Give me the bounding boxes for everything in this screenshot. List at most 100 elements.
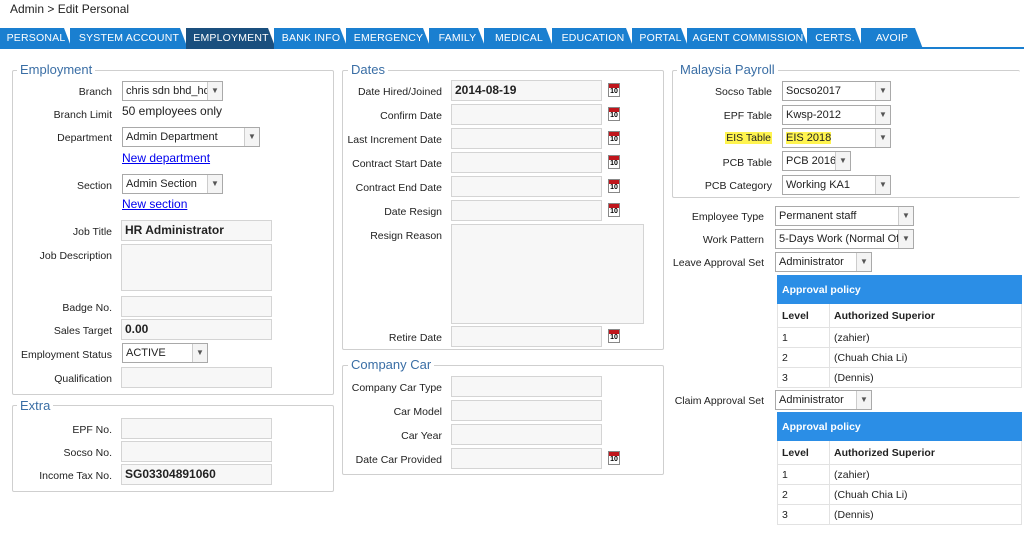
pcb-table-select[interactable]: PCB 2016 ▼ xyxy=(782,151,851,171)
employee-type-label: Employee Type xyxy=(691,211,764,223)
car-model-label: Car Model xyxy=(393,406,442,418)
qualification-input[interactable] xyxy=(121,367,272,388)
employment-status-select[interactable]: ACTIVE ▼ xyxy=(122,343,208,363)
eis-table-value: EIS 2018 xyxy=(786,132,832,144)
chevron-down-icon: ▼ xyxy=(875,106,890,124)
badge-label: Badge No. xyxy=(62,302,112,314)
level-header: Level xyxy=(777,303,830,328)
chevron-down-icon: ▼ xyxy=(875,176,890,194)
resign-reason-textarea[interactable] xyxy=(451,224,644,324)
dates-legend: Dates xyxy=(348,63,388,77)
chevron-down-icon: ▼ xyxy=(898,230,913,248)
table-row: 3 (Dennis) xyxy=(777,504,1022,525)
car-year-label: Car Year xyxy=(401,430,442,442)
calendar-icon[interactable]: 10 xyxy=(608,155,620,169)
leave-approval-policy-table: Approval policy Level Authorized Superior… xyxy=(777,275,1022,388)
branch-limit-value: 50 employees only xyxy=(122,104,223,118)
new-department-link[interactable]: New department xyxy=(122,151,210,165)
tab-education[interactable]: EDUCATION xyxy=(552,28,634,49)
qualification-label: Qualification xyxy=(54,373,112,385)
contract-start-label: Contract Start Date xyxy=(352,158,442,170)
resign-reason-label: Resign Reason xyxy=(370,230,442,242)
calendar-icon[interactable]: 10 xyxy=(608,451,620,465)
pcb-category-label: PCB Category xyxy=(704,180,772,192)
retire-date-input[interactable] xyxy=(451,326,602,347)
pcb-category-select[interactable]: Working KA1 ▼ xyxy=(782,175,891,195)
contract-end-input[interactable] xyxy=(451,176,602,197)
badge-input[interactable] xyxy=(121,296,272,317)
income-tax-label: Income Tax No. xyxy=(39,470,112,482)
superior-header: Authorized Superior xyxy=(829,440,1022,465)
tab-certs[interactable]: CERTS. xyxy=(807,28,863,49)
branch-limit-label: Branch Limit xyxy=(53,109,112,121)
department-label: Department xyxy=(57,132,112,144)
car-model-input[interactable] xyxy=(451,400,602,421)
sales-target-input[interactable]: 0.00 xyxy=(121,319,272,340)
job-title-input[interactable]: HR Administrator xyxy=(121,220,272,241)
tab-system-account[interactable]: SYSTEM ACCOUNT xyxy=(70,28,188,49)
table-row: 1 (zahier) xyxy=(777,464,1022,485)
calendar-icon[interactable]: 10 xyxy=(608,131,620,145)
date-hired-label: Date Hired/Joined xyxy=(357,86,442,98)
tab-bank-info[interactable]: BANK INFO xyxy=(274,28,348,49)
tab-bar: PERSONAL SYSTEM ACCOUNT EMPLOYMENT BANK … xyxy=(0,28,1024,49)
tab-medical[interactable]: MEDICAL xyxy=(484,28,554,49)
tab-family[interactable]: FAMILY xyxy=(429,28,486,49)
car-type-label: Company Car Type xyxy=(351,382,442,394)
epf-no-label: EPF No. xyxy=(72,424,112,436)
confirm-date-label: Confirm Date xyxy=(380,110,442,122)
employment-legend: Employment xyxy=(17,63,96,77)
leave-approval-label: Leave Approval Set xyxy=(672,257,764,269)
calendar-icon[interactable]: 10 xyxy=(608,203,620,217)
branch-select[interactable]: chris sdn bhd_hq ▼ xyxy=(122,81,223,101)
employee-type-select[interactable]: Permanent staff ▼ xyxy=(775,206,914,226)
socso-no-label: Socso No. xyxy=(63,447,112,459)
section-select[interactable]: Admin Section ▼ xyxy=(122,174,223,194)
car-year-input[interactable] xyxy=(451,424,602,445)
tab-personal[interactable]: PERSONAL xyxy=(0,28,72,49)
eis-table-label: EIS Table xyxy=(725,132,772,144)
epf-table-label: EPF Table xyxy=(723,110,772,122)
tab-employment[interactable]: EMPLOYMENT xyxy=(186,28,276,49)
confirm-date-input[interactable] xyxy=(451,104,602,125)
claim-approval-select[interactable]: Administrator ▼ xyxy=(775,390,872,410)
leave-approval-select[interactable]: Administrator ▼ xyxy=(775,252,872,272)
date-resign-input[interactable] xyxy=(451,200,602,221)
tab-agent-commission[interactable]: AGENT COMMISSION xyxy=(687,28,809,49)
extra-legend: Extra xyxy=(17,399,54,413)
level-header: Level xyxy=(777,440,830,465)
chevron-down-icon: ▼ xyxy=(192,344,207,362)
car-type-input[interactable] xyxy=(451,376,602,397)
socso-table-select[interactable]: Socso2017 ▼ xyxy=(782,81,891,101)
last-increment-input[interactable] xyxy=(451,128,602,149)
income-tax-input[interactable]: SG03304891060 xyxy=(121,464,272,485)
job-description-textarea[interactable] xyxy=(121,244,272,291)
date-hired-input[interactable]: 2014-08-19 xyxy=(451,80,602,101)
chevron-down-icon: ▼ xyxy=(898,207,913,225)
chevron-down-icon: ▼ xyxy=(207,82,222,100)
epf-no-input[interactable] xyxy=(121,418,272,439)
table-row: 2 (Chuah Chia Li) xyxy=(777,484,1022,505)
calendar-icon[interactable]: 10 xyxy=(608,179,620,193)
branch-label: Branch xyxy=(78,86,112,98)
chevron-down-icon: ▼ xyxy=(244,128,259,146)
tab-avoip[interactable]: AVOIP xyxy=(861,28,923,49)
epf-table-select[interactable]: Kwsp-2012 ▼ xyxy=(782,105,891,125)
tab-portal[interactable]: PORTAL xyxy=(632,28,689,49)
new-section-link[interactable]: New section xyxy=(122,197,187,211)
table-row: 1 (zahier) xyxy=(777,327,1022,348)
table-row: 3 (Dennis) xyxy=(777,367,1022,388)
tab-emergency[interactable]: EMERGENCY xyxy=(346,28,431,49)
eis-table-select[interactable]: EIS 2018 ▼ xyxy=(782,128,891,148)
work-pattern-label: Work Pattern xyxy=(702,234,764,246)
work-pattern-select[interactable]: 5-Days Work (Normal Offic ▼ xyxy=(775,229,914,249)
calendar-icon[interactable]: 10 xyxy=(608,83,620,97)
sales-target-label: Sales Target xyxy=(53,325,112,337)
socso-no-input[interactable] xyxy=(121,441,272,462)
date-car-provided-input[interactable] xyxy=(451,448,602,469)
calendar-icon[interactable]: 10 xyxy=(608,329,620,343)
section-label: Section xyxy=(76,180,112,192)
contract-start-input[interactable] xyxy=(451,152,602,173)
department-select[interactable]: Admin Department ▼ xyxy=(122,127,260,147)
calendar-icon[interactable]: 10 xyxy=(608,107,620,121)
